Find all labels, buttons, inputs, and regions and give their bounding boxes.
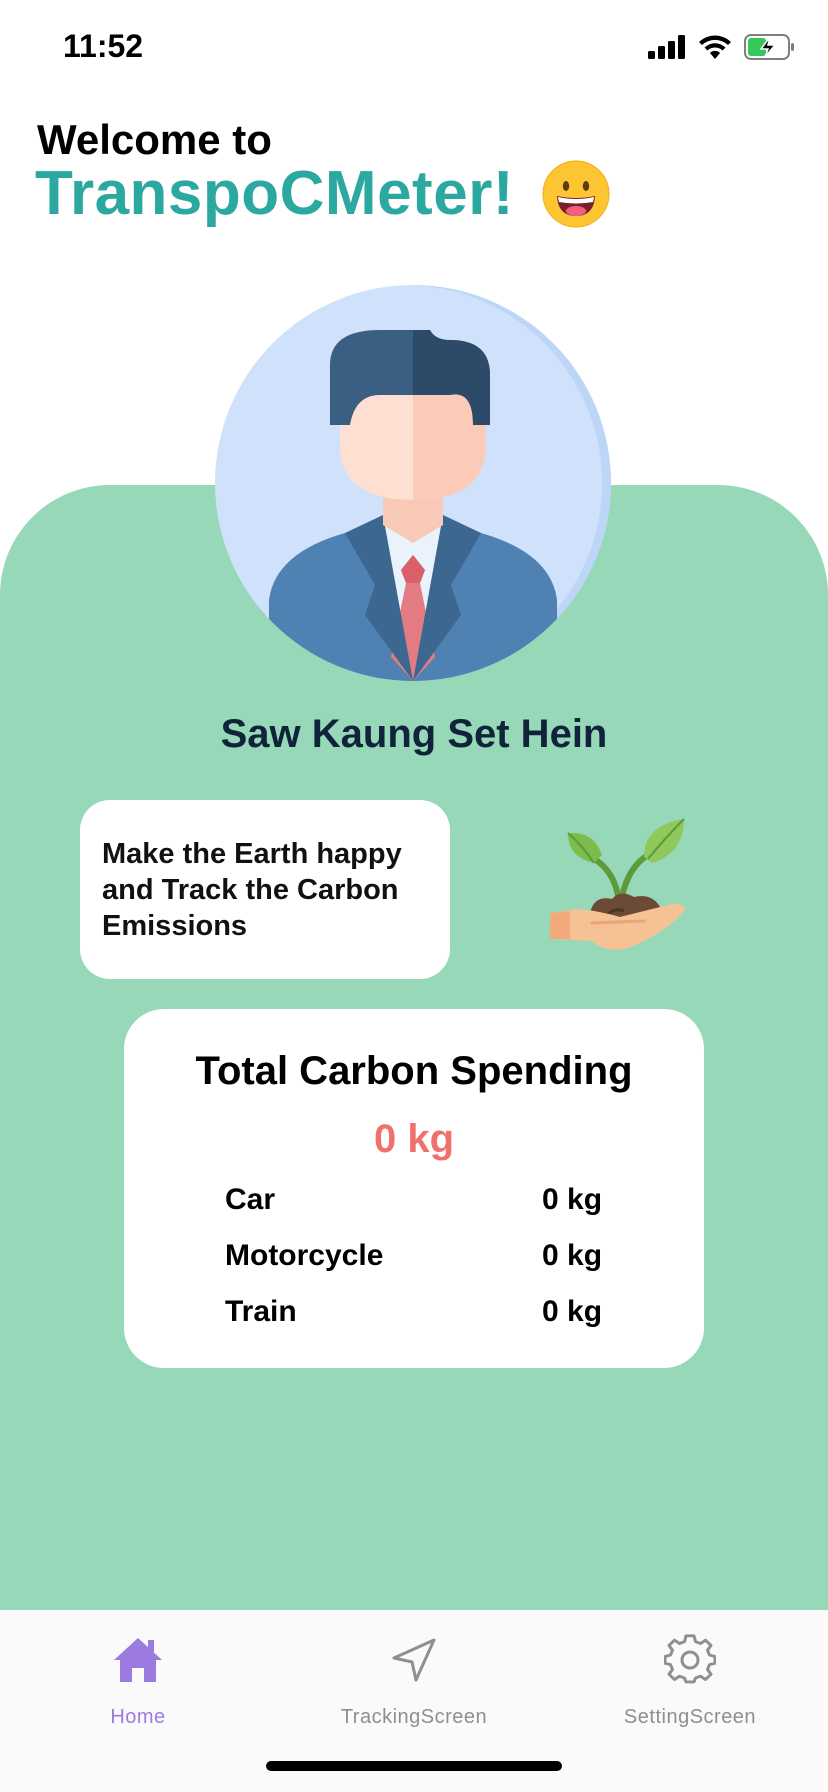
user-name: Saw Kaung Set Hein bbox=[220, 712, 608, 756]
businessman-avatar bbox=[215, 285, 611, 681]
navigation-arrow-icon bbox=[392, 1638, 436, 1682]
home-screen: 11:52 Welcome to TranspoCMeter! Saw Kaun… bbox=[0, 0, 828, 1792]
battery-charging-icon bbox=[744, 34, 794, 60]
status-bar: 11:52 bbox=[0, 0, 828, 100]
summary-row-value: 0 kg bbox=[542, 1295, 603, 1328]
summary-row-value: 0 kg bbox=[542, 1239, 603, 1272]
gear-icon bbox=[664, 1634, 716, 1684]
wifi-icon bbox=[699, 35, 731, 59]
welcome-text: Welcome to bbox=[37, 116, 272, 163]
home-icon bbox=[114, 1638, 162, 1682]
motto-card: Make the Earth happy and Track the Carbo… bbox=[80, 800, 450, 979]
home-indicator[interactable] bbox=[266, 1761, 562, 1771]
summary-row-label: Motorcycle bbox=[225, 1239, 384, 1272]
app-title: TranspoCMeter! bbox=[35, 159, 514, 228]
summary-row-label: Car bbox=[225, 1183, 276, 1216]
summary-row-train: Train 0 kg bbox=[225, 1295, 605, 1335]
tab-label: Home bbox=[110, 1706, 166, 1728]
cellular-signal-icon bbox=[648, 35, 685, 59]
status-time: 11:52 bbox=[63, 28, 144, 64]
summary-row-label: Train bbox=[225, 1295, 297, 1328]
motto-text: Make the Earth happy and Track the Carbo… bbox=[102, 838, 402, 942]
tab-label: SettingScreen bbox=[623, 1706, 757, 1728]
tab-home[interactable]: Home bbox=[0, 1610, 276, 1740]
carbon-summary-card: Total Carbon Spending 0 kg Car 0 kg Moto… bbox=[124, 1009, 704, 1368]
tab-label: TrackingScreen bbox=[340, 1706, 488, 1728]
summary-row-value: 0 kg bbox=[542, 1183, 603, 1216]
tab-settings[interactable]: SettingScreen bbox=[552, 1610, 828, 1740]
summary-title: Total Carbon Spending bbox=[195, 1049, 633, 1093]
summary-total: 0 kg bbox=[373, 1117, 455, 1161]
plant-in-hand-icon bbox=[550, 818, 686, 950]
summary-row-motorcycle: Motorcycle 0 kg bbox=[225, 1239, 605, 1279]
grinning-face-icon bbox=[542, 160, 610, 227]
tab-tracking[interactable]: TrackingScreen bbox=[276, 1610, 552, 1740]
status-icons bbox=[648, 34, 796, 60]
app-title-row: TranspoCMeter! bbox=[35, 158, 610, 229]
summary-row-car: Car 0 kg bbox=[225, 1183, 605, 1223]
